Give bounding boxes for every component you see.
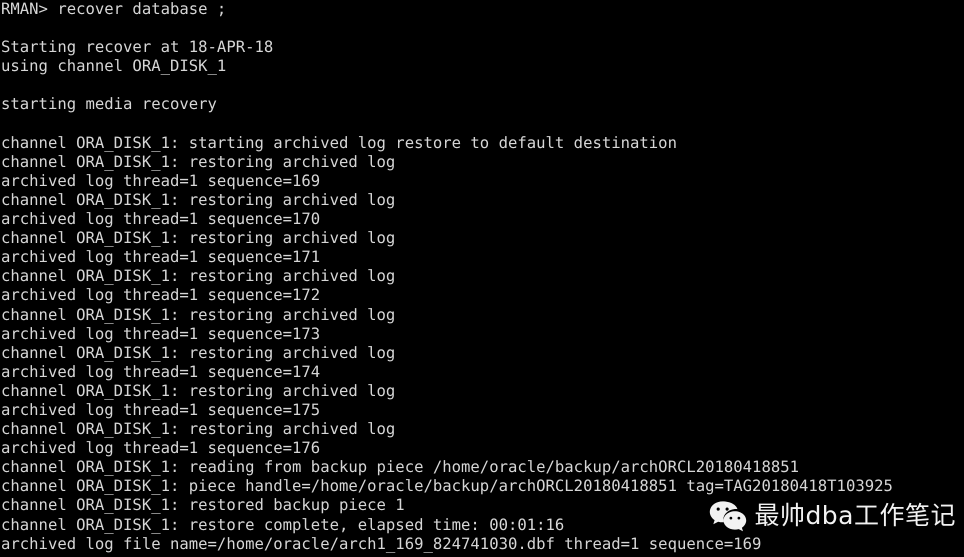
terminal-line: starting media recovery <box>1 95 217 114</box>
terminal-line: archived log thread=1 sequence=176 <box>1 439 321 458</box>
terminal-line: channel ORA_DISK_1: piece handle=/home/o… <box>1 477 893 496</box>
terminal-line: channel ORA_DISK_1: restoring archived l… <box>1 305 396 324</box>
terminal-line: channel ORA_DISK_1: restoring archived l… <box>1 190 396 209</box>
terminal-line: using channel ORA_DISK_1 <box>1 57 227 76</box>
terminal-line: channel ORA_DISK_1: reading from backup … <box>1 458 799 477</box>
terminal-line: channel ORA_DISK_1: restoring archived l… <box>1 267 396 286</box>
terminal-line: channel ORA_DISK_1: restoring archived l… <box>1 381 396 400</box>
terminal-line: channel ORA_DISK_1: restored backup piec… <box>1 496 405 515</box>
terminal-line: archived log thread=1 sequence=175 <box>1 400 321 419</box>
terminal-line: channel ORA_DISK_1: restoring archived l… <box>1 420 396 439</box>
terminal-line: archived log thread=1 sequence=170 <box>1 210 321 229</box>
terminal-line: archived log thread=1 sequence=172 <box>1 286 321 305</box>
terminal-line: channel ORA_DISK_1: starting archived lo… <box>1 133 677 152</box>
terminal-line: archived log file name=/home/oracle/arch… <box>1 534 762 553</box>
terminal-line: archived log thread=1 sequence=173 <box>1 324 321 343</box>
terminal-line: channel ORA_DISK_1: restore complete, el… <box>1 515 565 534</box>
terminal-line: channel ORA_DISK_1: restoring archived l… <box>1 229 396 248</box>
terminal-line: RMAN> recover database ; <box>1 0 227 18</box>
terminal-line: Starting recover at 18-APR-18 <box>1 38 274 57</box>
terminal-line: archived log thread=1 sequence=171 <box>1 248 321 267</box>
terminal-line: channel ORA_DISK_1: restoring archived l… <box>1 152 396 171</box>
terminal-line: archived log thread=1 sequence=169 <box>1 171 321 190</box>
terminal-line: channel ORA_DISK_1: restoring archived l… <box>1 343 396 362</box>
terminal-line: archived log thread=1 sequence=174 <box>1 362 321 381</box>
terminal-output-pane[interactable]: RMAN> recover database ; Starting recover… <box>0 0 964 557</box>
